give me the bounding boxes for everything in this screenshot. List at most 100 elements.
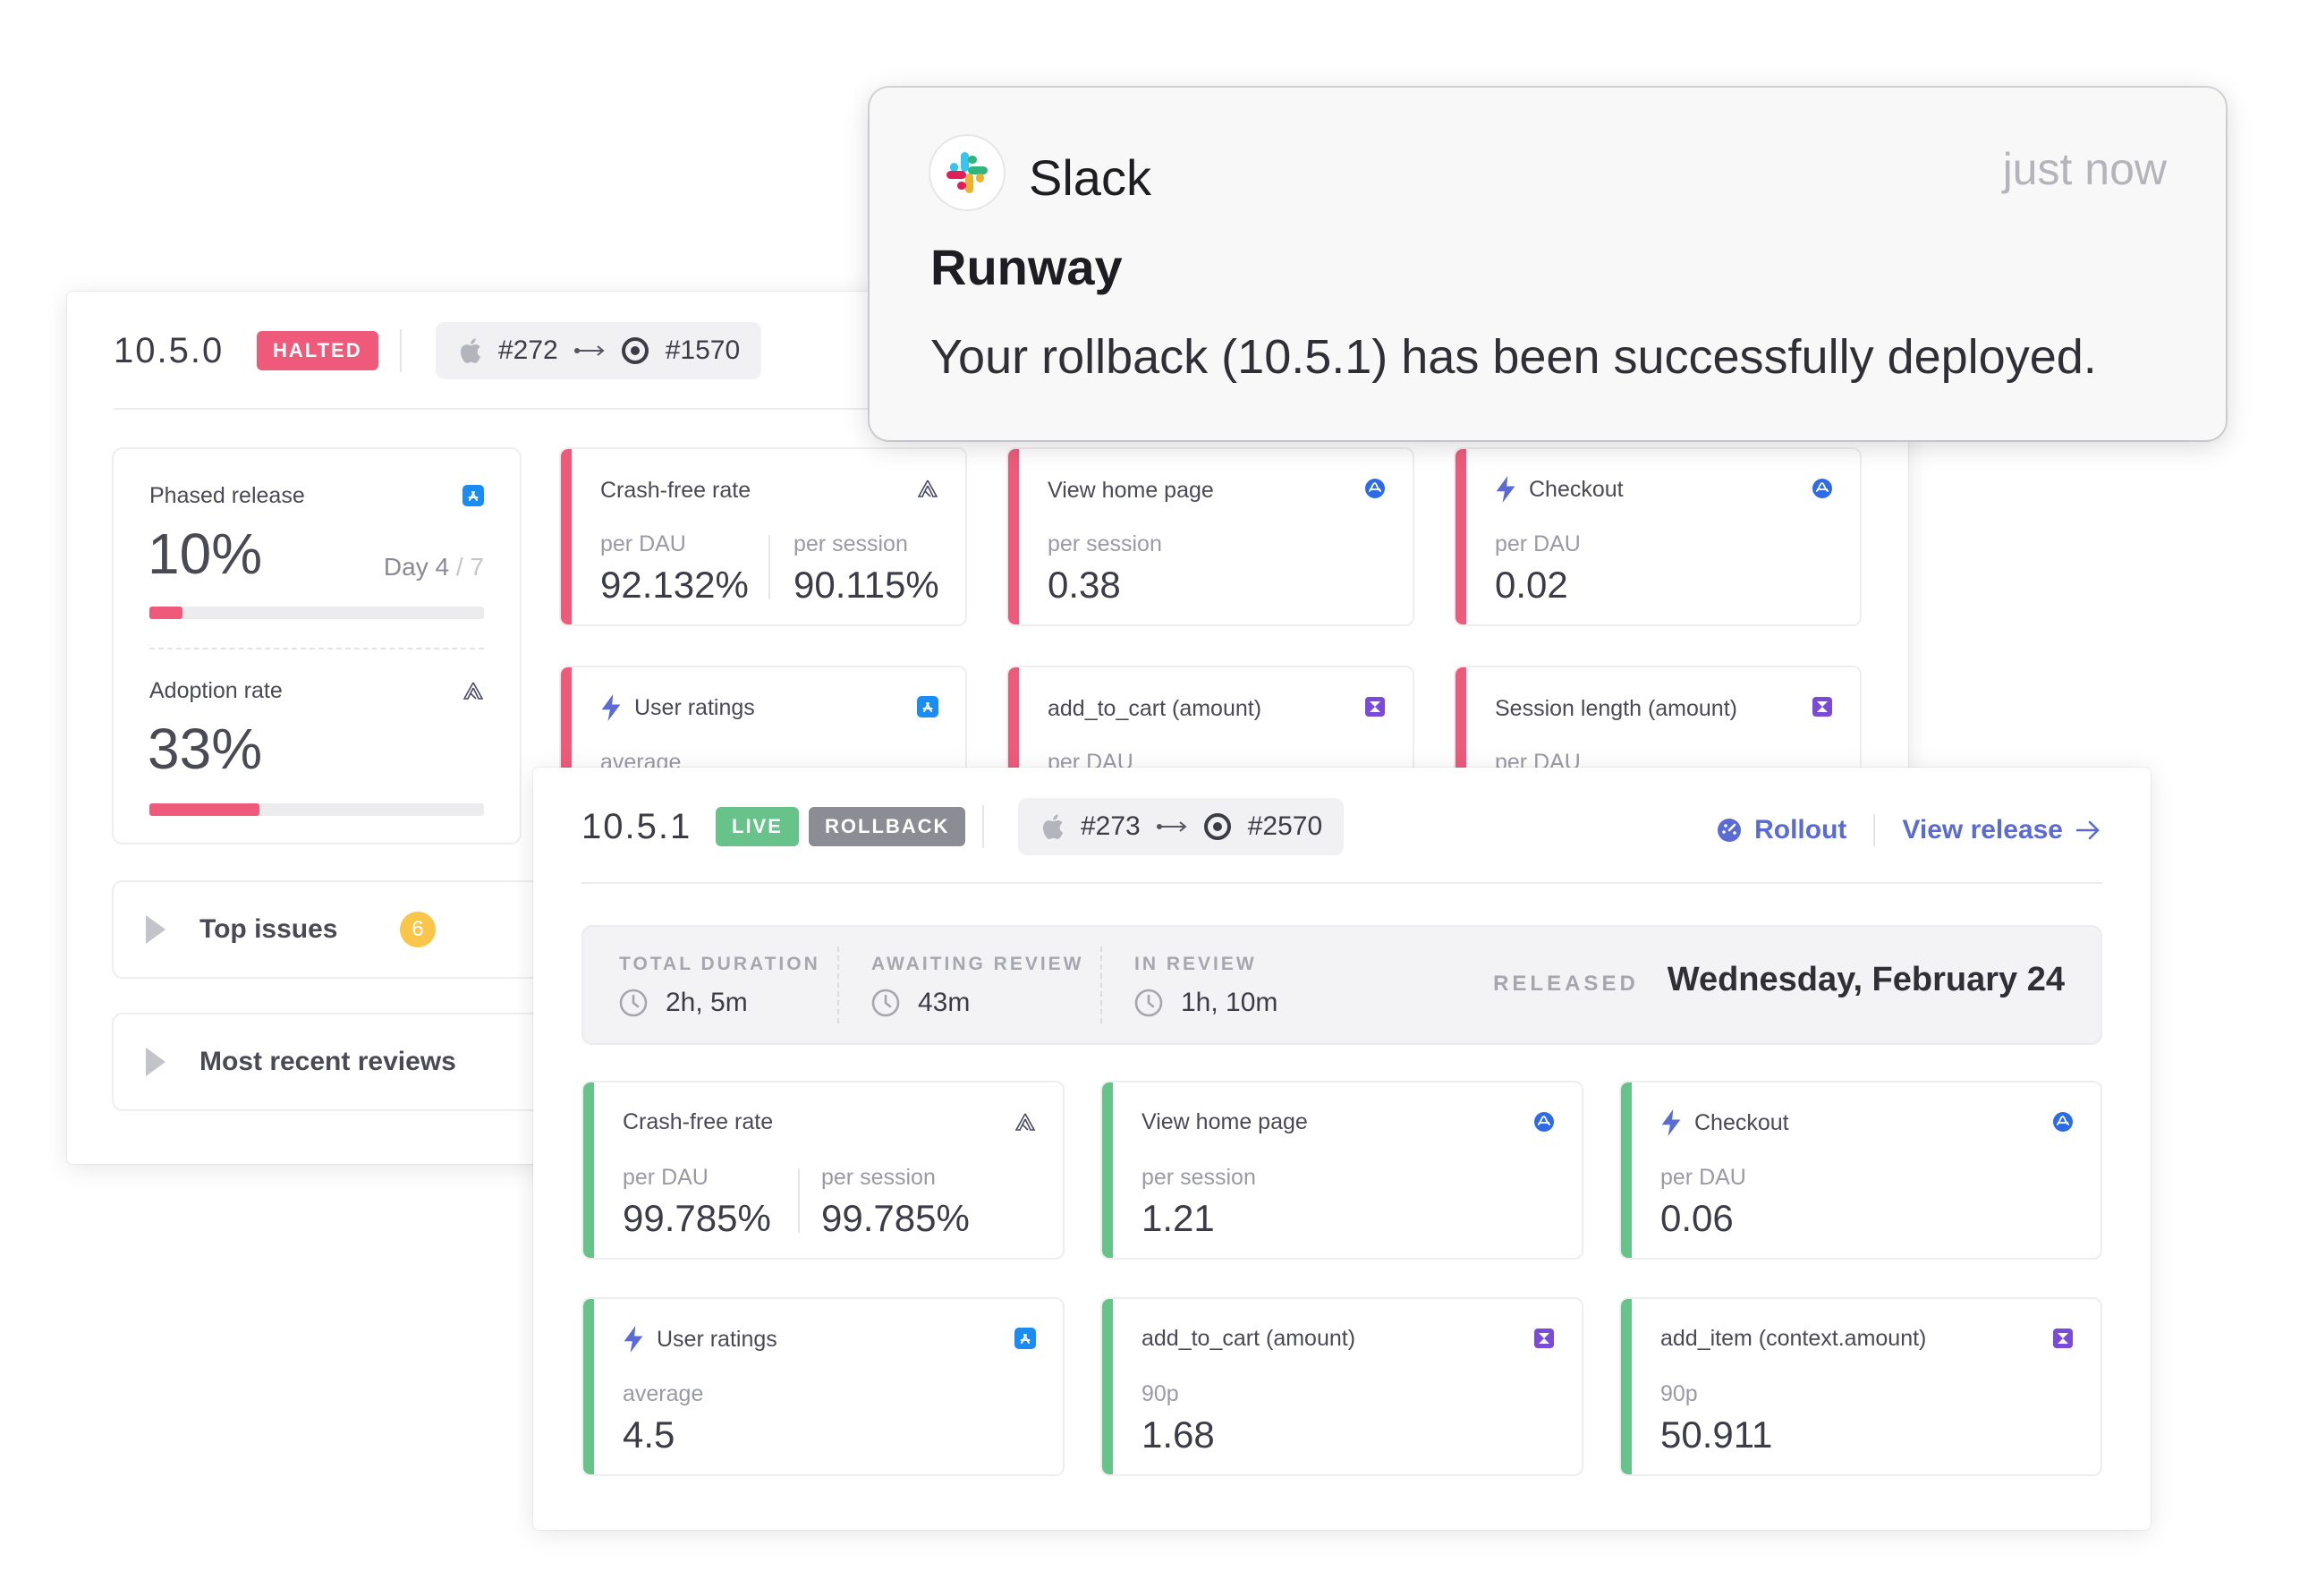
notification-app-name: Slack (1029, 149, 1151, 206)
ci-icon (1203, 812, 1232, 841)
apple-icon (1040, 812, 1065, 841)
metric-status-bar (1456, 449, 1466, 624)
metric-card-crash-free[interactable]: Crash-free rate per DAU 92.132% per sess… (561, 449, 965, 624)
sentry-icon (463, 680, 484, 701)
bolt-icon (1660, 1109, 1682, 1136)
metric-value-2: 90.115% (794, 564, 939, 606)
metric-title: add_item (context.amount) (1660, 1326, 1927, 1351)
metric-subtitle: per session (1048, 531, 1162, 556)
metric-card-crash-free[interactable]: Crash-free rate per DAU 99.785% per sess… (583, 1082, 1063, 1258)
metric-title: User ratings (623, 1326, 777, 1353)
ci-icon (621, 336, 649, 365)
timeline-divider (1100, 947, 1102, 1023)
metric-card-checkout[interactable]: Checkout per DAU 0.02 (1456, 449, 1860, 624)
rollout-link[interactable]: Rollout (1717, 815, 1846, 845)
metric-subtitle-2: per session (821, 1165, 936, 1190)
metric-subtitle: per session (1142, 1165, 1256, 1190)
timeline-awaiting-review: AWAITING REVIEW 43m (871, 954, 1084, 1017)
timeline-in-review: IN REVIEW 1h, 10m (1134, 954, 1278, 1017)
metric-subtitle: 90p (1660, 1381, 1698, 1406)
header-separator (581, 882, 2102, 884)
expand-triangle-icon (146, 915, 166, 944)
ios-build-number: #272 (498, 335, 558, 365)
app-store-icon (917, 696, 938, 717)
metric-title: Checkout (1495, 476, 1624, 503)
apple-icon (457, 336, 482, 365)
metric-value: 0.02 (1495, 564, 1568, 606)
link-arrow-icon (573, 344, 605, 357)
adoption-rate-progress (149, 803, 484, 816)
amplitude-icon (1364, 478, 1386, 499)
mixpanel-icon (1364, 696, 1386, 717)
metric-subtitle: per DAU (623, 1165, 709, 1190)
metric-value: 4.5 (623, 1413, 675, 1456)
recent-reviews-label: Most recent reviews (199, 1047, 456, 1076)
view-release-link[interactable]: View release (1902, 815, 2101, 845)
slack-icon (930, 136, 1004, 209)
metric-title: Crash-free rate (600, 478, 751, 503)
link-divider (1873, 814, 1876, 846)
amplitude-icon (1533, 1111, 1555, 1133)
metric-title: Crash-free rate (623, 1109, 774, 1134)
metric-card-user-ratings[interactable]: User ratings average 4.5 (583, 1299, 1063, 1474)
slack-notification[interactable]: Slack just now Runway Your rollback (10.… (870, 88, 2226, 440)
app-store-icon (1014, 1328, 1036, 1349)
metric-status-bar (583, 1082, 594, 1258)
status-badge-rollback: ROLLBACK (809, 807, 966, 846)
clock-icon (1134, 989, 1163, 1017)
notification-title: Runway (930, 239, 1123, 295)
metric-subtitle: 90p (1142, 1381, 1179, 1406)
metric-subtitle: per DAU (1660, 1165, 1746, 1190)
metric-value: 1.21 (1142, 1197, 1215, 1239)
phased-release-progress-fill (149, 607, 183, 619)
gauge-icon (1717, 818, 1742, 843)
metric-subtitle: per DAU (600, 531, 686, 556)
notification-time: just now (2002, 144, 2167, 194)
card-divider (149, 648, 484, 649)
metric-title: User ratings (600, 694, 755, 721)
amplitude-icon (2052, 1111, 2074, 1133)
metric-value: 99.785% (623, 1197, 771, 1239)
expand-triangle-icon (146, 1048, 166, 1076)
mixpanel-icon (1533, 1328, 1555, 1349)
build-chip[interactable]: #272 #1570 (436, 322, 762, 379)
metric-title: View home page (1142, 1109, 1308, 1134)
status-badge-live: LIVE (716, 807, 799, 846)
metric-title: add_to_cart (amount) (1048, 696, 1262, 721)
metric-card-view-home[interactable]: View home page per session 0.38 (1008, 449, 1413, 624)
release-version: 10.5.0 (114, 331, 225, 370)
mixpanel-icon (2052, 1328, 2074, 1349)
release-timeline: TOTAL DURATION 2h, 5m AWAITING REVIEW 43… (583, 927, 2101, 1043)
timeline-divider (837, 947, 839, 1023)
sentry-icon (1014, 1111, 1036, 1133)
metric-status-bar (583, 1299, 594, 1474)
build-chip[interactable]: #273 #2570 (1018, 798, 1345, 855)
ios-build-number: #273 (1081, 811, 1141, 841)
phased-release-progress (149, 607, 484, 619)
metric-value: 1.68 (1142, 1413, 1215, 1456)
mixpanel-icon (1812, 696, 1833, 717)
bolt-icon (1495, 476, 1516, 503)
metric-subtitle-2: per session (794, 531, 908, 556)
metric-card-checkout[interactable]: Checkout per DAU 0.06 (1621, 1082, 2101, 1258)
metric-card-add-item[interactable]: add_item (context.amount) 90p 50.911 (1621, 1299, 2101, 1474)
clock-icon (619, 989, 648, 1017)
metric-card-add-to-cart[interactable]: add_to_cart (amount) 90p 1.68 (1102, 1299, 1582, 1474)
metric-divider (798, 1168, 800, 1233)
metric-title: View home page (1048, 478, 1214, 503)
sentry-icon (917, 478, 938, 499)
app-store-icon (463, 485, 484, 506)
release-version: 10.5.1 (581, 807, 692, 846)
release-actions: Rollout View release (1717, 814, 2101, 846)
metric-value-2: 99.785% (821, 1197, 970, 1239)
metric-title: Checkout (1660, 1109, 1789, 1136)
bolt-icon (623, 1326, 644, 1353)
metric-status-bar (1621, 1299, 1632, 1474)
phased-release-card: Phased release 10% Day 4 / 7 Adoption ra… (114, 449, 520, 843)
metric-card-view-home[interactable]: View home page per session 1.21 (1102, 1082, 1582, 1258)
header-divider (400, 329, 402, 372)
metric-status-bar (561, 449, 572, 624)
metric-status-bar (1621, 1082, 1632, 1258)
metric-value: 92.132% (600, 564, 749, 606)
arrow-right-icon (2075, 820, 2101, 840)
